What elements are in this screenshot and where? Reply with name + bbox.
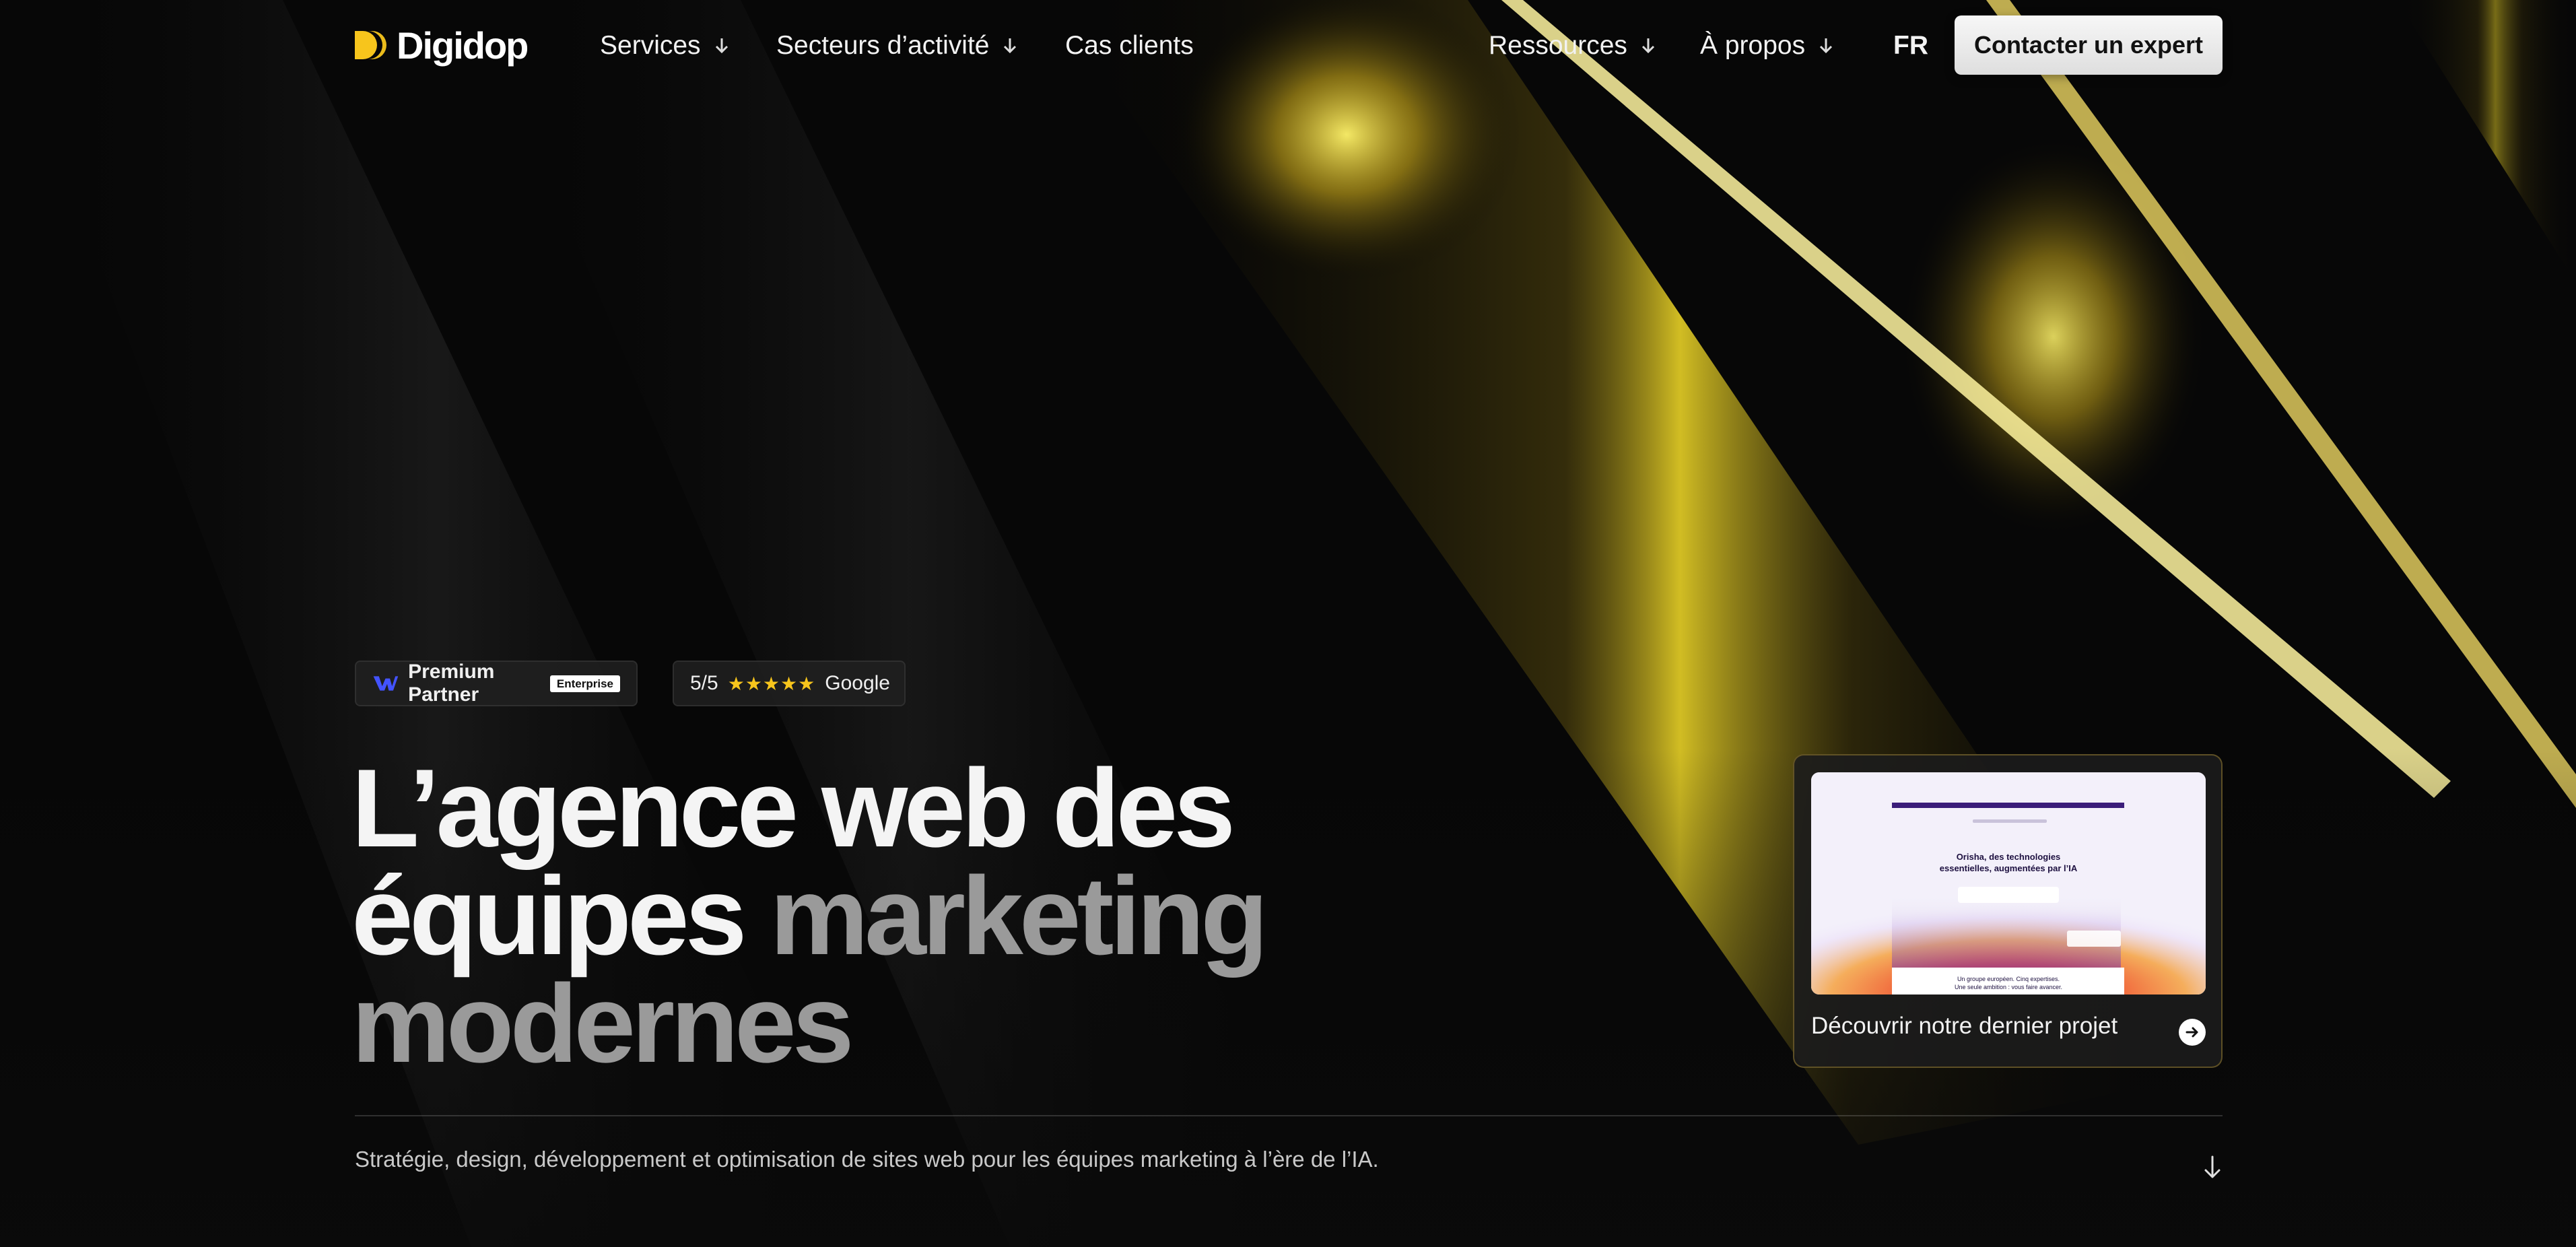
headline-line-1: L’agence web des [351,746,1235,870]
project-preview-image: Orisha, des technologies essentielles, a… [1811,772,2206,995]
hero-divider [355,1115,2223,1116]
brand-name: Digidop [397,24,529,67]
arrow-down-icon [715,38,728,54]
preview-footer-1: Un groupe européen. Cinq expertises. [1957,976,2060,982]
nav-secteurs-label: Secteurs d’activité [776,31,990,60]
arrow-down-icon [1004,38,1017,54]
headline-line-2: équipes marketing [351,861,1631,972]
preview-footer-2: Une seule ambition : vous faire avancer. [1955,984,2062,990]
enterprise-tag: Enterprise [549,675,620,692]
brand-logo[interactable]: Digidop [353,24,529,67]
arrow-down-icon [1820,38,1833,54]
rating-source: Google [825,672,890,694]
rating-score: 5/5 [690,672,718,694]
headline-word-equipes: équipes [351,854,747,978]
headline-word-marketing: marketing [770,854,1268,978]
webflow-partner-badge: Premium Partner Enterprise [355,661,638,706]
language-switcher[interactable]: FR [1893,27,1928,65]
contact-expert-button[interactable]: Contacter un expert [1955,15,2223,75]
scroll-down-icon[interactable] [2202,1154,2223,1181]
preview-title-1: Orisha, des technologies [1957,852,2061,862]
nav-cas-clients[interactable]: Cas clients [1065,27,1194,65]
headline-line-3: modernes [351,962,854,1085]
nav-ressources[interactable]: Ressources [1489,27,1657,65]
hero-headline: L’agence web des équipes marketing moder… [351,746,1631,1085]
nav-a-propos[interactable]: À propos [1700,27,1835,65]
arrow-right-icon[interactable] [2179,1019,2206,1046]
nav-services-label: Services [600,31,701,60]
nav-services[interactable]: Services [600,27,731,65]
google-rating-badge: 5/5 ★★★★★ Google [673,661,906,706]
digidop-logo-icon [355,31,386,59]
project-card-label: Découvrir notre dernier projet [1811,1013,2118,1039]
nav-secteurs[interactable]: Secteurs d’activité [776,27,1019,65]
nav-cas-clients-label: Cas clients [1065,31,1194,60]
webflow-icon [373,676,399,691]
preview-title-2: essentielles, augmentées par l’IA [1940,863,2078,873]
nav-a-propos-label: À propos [1700,31,1806,60]
hero-subtitle: Stratégie, design, développement et opti… [355,1147,1379,1172]
partner-label: Premium Partner [408,661,495,706]
latest-project-card[interactable]: Orisha, des technologies essentielles, a… [1793,754,2223,1068]
rating-stars-icon: ★★★★★ [727,673,816,694]
top-navigation: Digidop Services Secteurs d’activité Cas… [0,0,2576,90]
arrow-down-icon [1641,38,1654,54]
nav-ressources-label: Ressources [1489,31,1627,60]
language-label: FR [1893,31,1928,60]
